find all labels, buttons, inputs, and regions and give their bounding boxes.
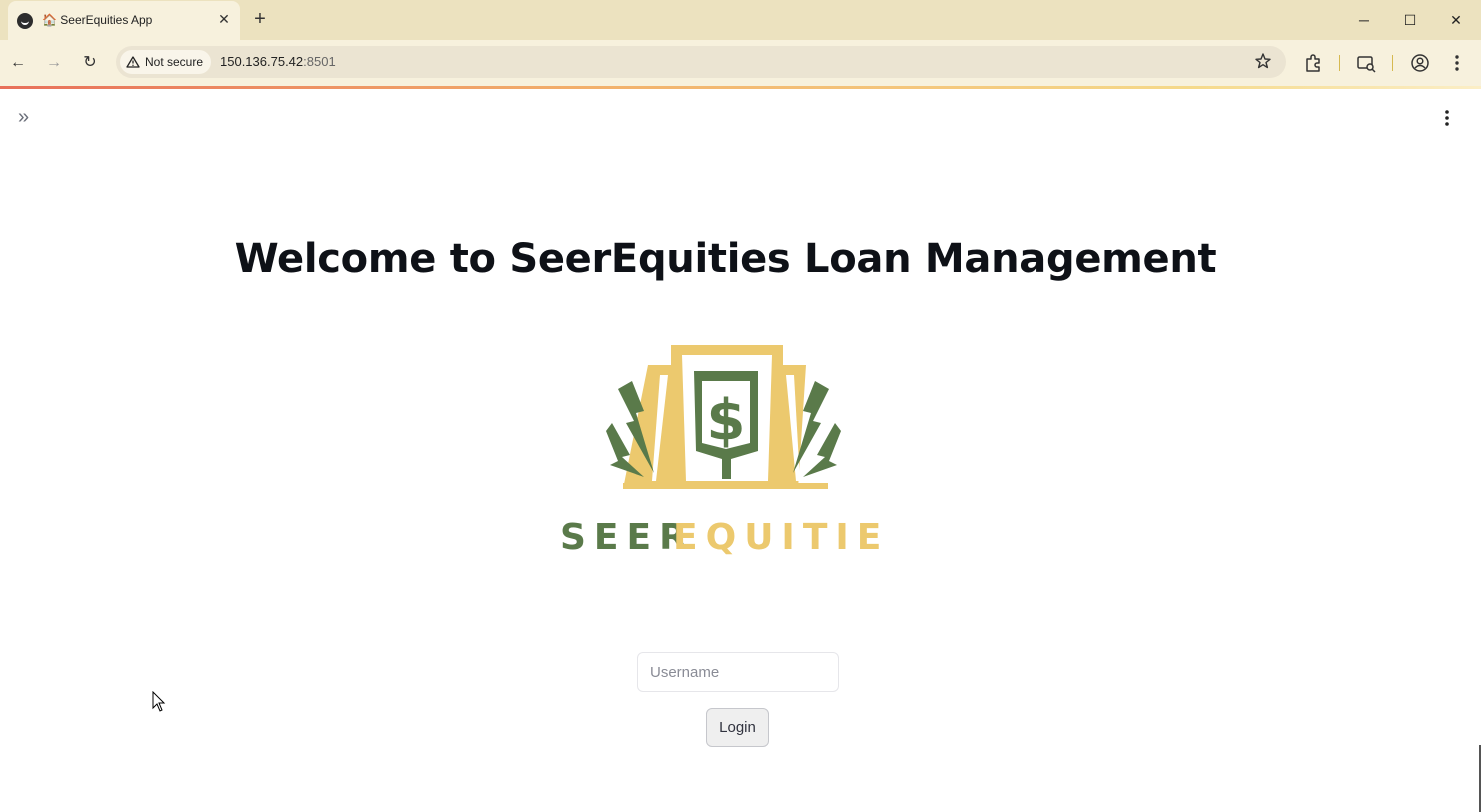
logo-word-equities: EQUITIES xyxy=(673,517,891,558)
app-main: » Welcome to SeerEquities Loan Managemen… xyxy=(0,89,1481,812)
seerequities-logo: $ SEER EQUITIES xyxy=(560,345,891,558)
url-port: :8501 xyxy=(303,54,336,69)
minimize-button[interactable]: ─ xyxy=(1354,10,1374,30)
tab-title: 🏠 SeerEquities App xyxy=(42,13,153,27)
bookmark-star-icon[interactable] xyxy=(1254,52,1272,70)
browser-tab[interactable]: 🏠 SeerEquities App ✕ xyxy=(8,1,240,40)
page-title: Welcome to SeerEquities Loan Management xyxy=(234,236,1217,282)
toolbar-separator xyxy=(1339,55,1340,71)
security-label: Not secure xyxy=(145,55,204,69)
username-input[interactable] xyxy=(637,652,839,692)
browser-menu-icon[interactable] xyxy=(1446,52,1468,74)
url-text[interactable]: 150.136.75.42:8501 xyxy=(220,54,336,69)
favicon-icon xyxy=(17,13,33,29)
maximize-button[interactable]: ☐ xyxy=(1400,10,1420,30)
reload-button[interactable]: ↻ xyxy=(79,52,101,74)
login-button[interactable]: Login xyxy=(706,708,769,747)
url-host: 150.136.75.42 xyxy=(220,54,304,69)
address-bar[interactable]: Not secure 150.136.75.42:8501 xyxy=(116,46,1286,78)
extensions-icon[interactable] xyxy=(1302,52,1324,74)
tab-strip: 🏠 SeerEquities App ✕ + ─ ☐ ✕ xyxy=(0,0,1481,40)
new-tab-button[interactable]: + xyxy=(250,9,270,29)
search-tabs-icon[interactable] xyxy=(1355,52,1377,74)
logo-dollar-sign: $ xyxy=(707,388,746,453)
app-menu-icon[interactable] xyxy=(1437,108,1457,128)
warning-icon xyxy=(126,56,140,68)
mouse-cursor-icon xyxy=(152,691,166,712)
sidebar-expand-icon[interactable]: » xyxy=(18,107,38,127)
close-window-button[interactable]: ✕ xyxy=(1446,10,1466,30)
forward-button[interactable]: → xyxy=(43,52,65,74)
toolbar-separator xyxy=(1392,55,1393,71)
security-chip[interactable]: Not secure xyxy=(120,50,212,74)
tab-close-icon[interactable]: ✕ xyxy=(216,11,232,27)
browser-toolbar: ← → ↻ Not secure 150.136.75.42:8501 xyxy=(0,40,1481,86)
back-button[interactable]: ← xyxy=(7,52,29,74)
profile-icon[interactable] xyxy=(1409,52,1431,74)
